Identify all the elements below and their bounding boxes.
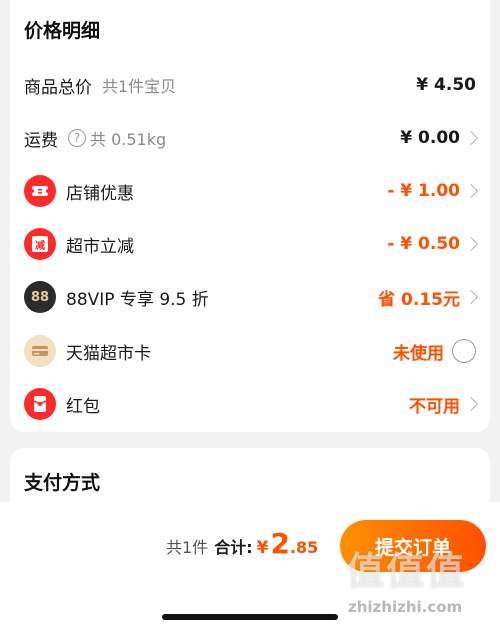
88vip-label: 88VIP 专享 9.5 折: [66, 289, 209, 310]
tmall-card-icon: [24, 335, 56, 367]
red-packet-status: 不可用: [409, 396, 460, 417]
row-goods-total: 商品总价 共1件宝贝 ¥ 4.50: [10, 60, 490, 110]
tmall-card-status: 未使用: [393, 343, 444, 364]
help-question-icon[interactable]: ?: [68, 129, 86, 147]
total-decimal: .85: [289, 538, 319, 557]
row-shipping[interactable]: 运费 ? 共 0.51kg ¥ 0.00: [10, 113, 490, 163]
shipping-value: ¥ 0.00: [400, 128, 460, 148]
home-indicator[interactable]: [162, 614, 338, 620]
chevron-right-icon: [463, 130, 479, 146]
88vip-savings-value: 省 0.15元: [378, 289, 460, 310]
total-integer: 2: [270, 527, 290, 560]
currency-symbol: ¥: [256, 538, 269, 558]
shipping-label: 运费: [24, 130, 58, 151]
88vip-icon: 88: [24, 281, 56, 313]
row-tmall-card[interactable]: 天猫超市卡 未使用: [10, 326, 490, 376]
shop-discount-label: 店铺优惠: [66, 183, 134, 204]
row-red-packet[interactable]: 红包 不可用: [10, 379, 490, 429]
chevron-right-icon: [463, 183, 479, 199]
shop-discount-value: - ¥ 1.00: [387, 181, 460, 201]
red-packet-label: 红包: [66, 396, 100, 417]
goods-total-label: 商品总价: [24, 77, 92, 98]
watermark-logo: 值值值: [346, 549, 467, 593]
site-watermark: 值值值 zhizhizhi.com: [346, 540, 486, 622]
shop-coupon-icon: [24, 175, 56, 207]
price-details-card: 价格明细 商品总价 共1件宝贝 ¥ 4.50 运费 ? 共 0.51kg ¥ 0…: [10, 0, 490, 432]
tmall-card-label: 天猫超市卡: [66, 343, 151, 364]
supermarket-discount-label: 超市立减: [66, 236, 134, 257]
red-packet-icon: [24, 388, 56, 420]
supermarket-discount-icon: 减: [24, 228, 56, 260]
tmall-card-radio[interactable]: [452, 339, 476, 363]
goods-total-value: ¥ 4.50: [416, 75, 476, 95]
total-label: 合计:: [214, 538, 253, 557]
chevron-right-icon: [463, 236, 479, 252]
supermarket-discount-value: - ¥ 0.50: [387, 234, 460, 254]
goods-count-note: 共1件宝贝: [102, 77, 177, 96]
shipping-weight-note: 共 0.51kg: [90, 130, 167, 149]
price-details-title: 价格明细: [24, 20, 101, 42]
watermark-url: zhizhizhi.com: [348, 598, 463, 616]
row-supermarket-discount[interactable]: 减 超市立减 - ¥ 0.50: [10, 219, 490, 269]
payment-method-title: 支付方式: [24, 472, 101, 494]
row-88vip[interactable]: 88 88VIP 专享 9.5 折 省 0.15元: [10, 272, 490, 322]
row-shop-discount[interactable]: 店铺优惠 - ¥ 1.00: [10, 166, 490, 216]
order-summary: 共1件 合计: ¥ 2 .85: [166, 527, 319, 560]
chevron-right-icon: [463, 396, 479, 412]
item-count: 共1件: [166, 538, 209, 557]
chevron-right-icon: [463, 289, 479, 305]
